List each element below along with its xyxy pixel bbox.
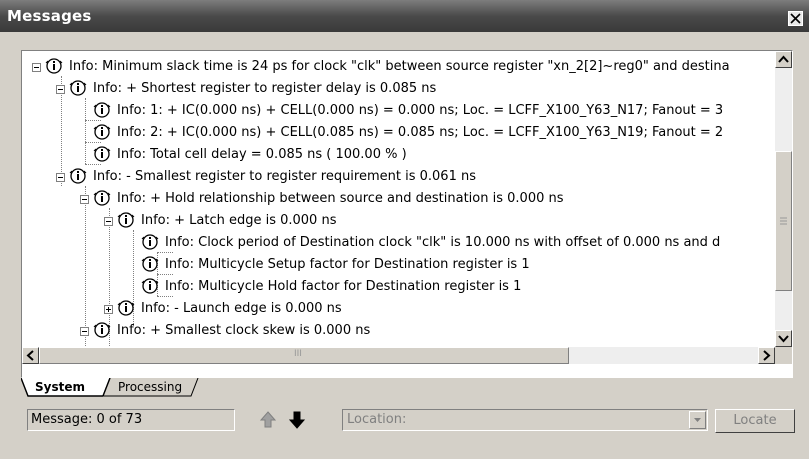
info-icon bbox=[141, 277, 159, 295]
vertical-scrollbar[interactable] bbox=[775, 51, 792, 347]
location-dropdown[interactable]: Location: bbox=[342, 409, 708, 431]
close-button[interactable] bbox=[788, 11, 803, 26]
info-icon bbox=[93, 145, 111, 163]
info-icon bbox=[93, 189, 111, 207]
locate-button-label: Locate bbox=[733, 413, 777, 428]
message-count-field: Message: 0 of 73 bbox=[27, 409, 235, 431]
next-message-button[interactable] bbox=[286, 409, 308, 431]
next-message-icon bbox=[288, 411, 306, 429]
info-icon bbox=[45, 57, 63, 75]
info-icon bbox=[141, 233, 159, 251]
collapse-icon[interactable] bbox=[80, 195, 89, 204]
scroll-down-button[interactable] bbox=[775, 330, 792, 347]
info-icon bbox=[93, 124, 111, 140]
message-text: Info: 1: + IC(0.000 ns) + CELL(0.000 ns)… bbox=[117, 103, 724, 118]
chevron-up-icon bbox=[778, 55, 789, 63]
scroll-left-button[interactable] bbox=[22, 347, 39, 364]
message-text: Info: + Hold relationship between source… bbox=[117, 191, 564, 206]
info-icon bbox=[93, 321, 111, 339]
location-dropdown-button[interactable] bbox=[689, 411, 706, 429]
chevron-left-icon bbox=[26, 350, 34, 361]
grip-icon bbox=[780, 217, 787, 225]
location-placeholder: Location: bbox=[347, 412, 407, 427]
info-icon bbox=[93, 123, 111, 141]
chevron-down-icon bbox=[778, 335, 789, 343]
tab-strip: System Processing bbox=[21, 378, 793, 400]
title-bar: Messages bbox=[0, 0, 809, 32]
window-title: Messages bbox=[7, 7, 92, 25]
scroll-grip: III bbox=[294, 349, 302, 359]
info-icon bbox=[117, 299, 135, 317]
info-icon bbox=[93, 102, 111, 118]
message-panel: Info: Minimum slack time is 24 ps for cl… bbox=[21, 50, 793, 378]
message-text: Info: 2: + IC(0.000 ns) + CELL(0.085 ns)… bbox=[117, 125, 724, 140]
message-text: Info: + Shortest register to register de… bbox=[93, 81, 437, 96]
tab-processing[interactable]: Processing bbox=[118, 380, 182, 394]
message-text: Info: + Smallest clock skew is 0.000 ns bbox=[117, 323, 371, 338]
chevron-right-icon bbox=[763, 350, 771, 361]
info-icon bbox=[117, 211, 135, 229]
info-icon bbox=[69, 79, 87, 97]
locate-button[interactable]: Locate bbox=[715, 409, 795, 433]
info-icon bbox=[141, 278, 159, 294]
collapse-icon[interactable] bbox=[32, 63, 41, 72]
message-count-label: Message: 0 of 73 bbox=[31, 412, 143, 427]
horizontal-scrollbar[interactable]: III bbox=[22, 347, 775, 364]
message-tree[interactable]: Info: Minimum slack time is 24 ps for cl… bbox=[22, 51, 775, 347]
previous-message-button[interactable] bbox=[257, 409, 279, 431]
collapse-icon[interactable] bbox=[104, 217, 113, 226]
message-text: Info: Multicycle Setup factor for Destin… bbox=[165, 257, 530, 272]
info-icon bbox=[141, 234, 159, 250]
info-icon bbox=[69, 167, 87, 185]
tab-system[interactable]: System bbox=[35, 380, 85, 394]
message-text: Info: Minimum slack time is 24 ps for cl… bbox=[69, 59, 730, 74]
vertical-scroll-thumb[interactable] bbox=[775, 151, 792, 291]
info-icon bbox=[93, 190, 111, 206]
collapse-icon[interactable] bbox=[80, 327, 89, 336]
message-text: Info: Clock period of Destination clock … bbox=[165, 235, 721, 250]
horizontal-scroll-thumb[interactable]: III bbox=[39, 347, 569, 364]
info-icon bbox=[93, 322, 111, 338]
prev-message-icon bbox=[259, 411, 277, 428]
info-icon bbox=[93, 146, 111, 162]
chevron-down-icon bbox=[694, 418, 701, 422]
collapse-icon[interactable] bbox=[56, 173, 65, 182]
message-text: Info: + Latch edge is 0.000 ns bbox=[141, 213, 337, 228]
info-icon bbox=[141, 255, 159, 273]
message-text: Info: - Launch edge is 0.000 ns bbox=[141, 301, 342, 316]
info-icon bbox=[141, 256, 159, 272]
scrollbar-corner bbox=[775, 347, 792, 364]
scroll-up-button[interactable] bbox=[775, 51, 792, 68]
info-icon bbox=[69, 168, 87, 184]
close-icon bbox=[790, 13, 801, 24]
info-icon bbox=[117, 300, 135, 316]
info-icon bbox=[45, 58, 63, 74]
message-text: Info: Total cell delay = 0.085 ns ( 100.… bbox=[117, 147, 407, 162]
info-icon bbox=[69, 80, 87, 96]
scroll-right-button[interactable] bbox=[758, 347, 775, 364]
expand-icon[interactable] bbox=[104, 305, 113, 314]
info-icon bbox=[93, 101, 111, 119]
info-icon bbox=[117, 212, 135, 228]
collapse-icon[interactable] bbox=[56, 85, 65, 94]
message-text: Info: - Smallest register to register re… bbox=[93, 169, 476, 184]
message-text: Info: Multicycle Hold factor for Destina… bbox=[165, 279, 522, 294]
